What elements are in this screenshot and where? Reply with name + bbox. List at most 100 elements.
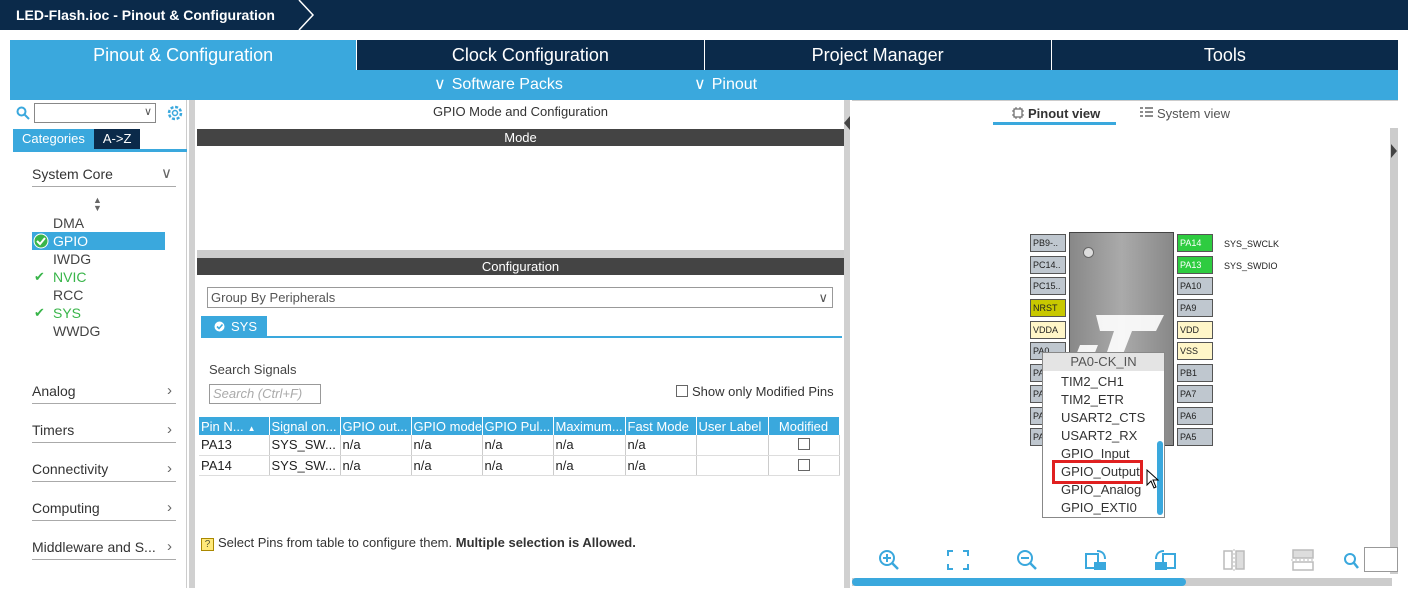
rotate-left-icon[interactable]: [1152, 548, 1178, 572]
collapse-left-icon[interactable]: [844, 116, 850, 130]
flip-vertical-icon[interactable]: [1221, 548, 1247, 572]
group-analog[interactable]: Analog ›: [32, 380, 176, 404]
zoom-in-icon[interactable]: [876, 548, 902, 572]
collapse-right-icon[interactable]: [1391, 144, 1397, 158]
pin-pa14[interactable]: PA14: [1177, 234, 1213, 252]
horizontal-scroll-thumb[interactable]: [852, 578, 1186, 586]
help-icon: ?: [201, 538, 214, 551]
sidebar-item-nvic[interactable]: ✔ NVIC: [32, 268, 165, 286]
configuration-header: Configuration: [197, 258, 844, 275]
modified-checkbox[interactable]: [797, 438, 810, 451]
chevron-down-icon: ∨: [434, 76, 446, 93]
sidebar-item-sys[interactable]: ✔ SYS: [32, 304, 165, 322]
pin-pa13[interactable]: PA13: [1177, 256, 1213, 274]
menu-item-tim2-ch1[interactable]: TIM2_CH1: [1061, 373, 1124, 391]
chevron-right-icon: ›: [167, 460, 172, 477]
pin-pa10[interactable]: PA10: [1177, 277, 1213, 295]
pin-pa6[interactable]: PA6: [1177, 407, 1213, 425]
tab-project-manager[interactable]: Project Manager: [705, 40, 1052, 70]
col-modified[interactable]: Modified: [768, 417, 840, 435]
pin-vss[interactable]: VSS: [1177, 342, 1213, 360]
group-timers[interactable]: Timers ›: [32, 419, 176, 443]
pin-signal-label: SYS_SWCLK: [1224, 239, 1280, 249]
gear-icon[interactable]: [166, 104, 184, 122]
col-gpio-output[interactable]: GPIO out...: [340, 417, 412, 435]
sidebar-item-rcc[interactable]: RCC: [32, 286, 165, 304]
tab-system-view[interactable]: System view: [1140, 106, 1230, 121]
tab-pinout-view[interactable]: Pinout view: [1012, 106, 1100, 121]
pin-pa5[interactable]: PA5: [1177, 428, 1213, 446]
panel-splitter[interactable]: [844, 100, 850, 588]
pin-nrst[interactable]: NRST: [1030, 299, 1066, 317]
tab-tools[interactable]: Tools: [1052, 40, 1398, 70]
col-signal[interactable]: Signal on...: [269, 417, 341, 435]
pin-pc14[interactable]: PC14..: [1030, 256, 1066, 274]
window-title: LED-Flash.ioc - Pinout & Configuration: [0, 0, 289, 30]
tab-categories[interactable]: Categories: [13, 129, 94, 149]
chevron-down-icon: ∨: [161, 165, 172, 182]
pin-search-input[interactable]: [1364, 547, 1398, 572]
group-middleware[interactable]: Middleware and S... ›: [32, 536, 176, 560]
table-row[interactable]: PA14 SYS_SW... n/a n/a n/a n/a n/a: [199, 455, 840, 476]
sidebar-item-dma[interactable]: DMA: [32, 214, 165, 232]
pin-pa9[interactable]: PA9: [1177, 299, 1213, 317]
check-icon: ✔: [34, 305, 45, 320]
col-maximum[interactable]: Maximum...: [553, 417, 626, 435]
panel-title: GPIO Mode and Configuration: [433, 104, 608, 119]
pin-vdda[interactable]: VDDA: [1030, 321, 1066, 339]
menu-item-gpio-exti0[interactable]: GPIO_EXTI0: [1061, 499, 1137, 517]
pin-pc15[interactable]: PC15..: [1030, 277, 1066, 295]
search-icon[interactable]: [16, 106, 30, 120]
chevron-down-icon: ∨: [694, 76, 706, 93]
pin-pb1[interactable]: PB1: [1177, 364, 1213, 382]
mouse-cursor-icon: [1146, 469, 1160, 489]
col-gpio-pull[interactable]: GPIO Pul...: [482, 417, 554, 435]
table-header-row: Pin N... ▲ Signal on... GPIO out... GPIO …: [199, 417, 840, 435]
sort-icon[interactable]: ▲ ▼: [93, 196, 102, 213]
group-by-select[interactable]: Group By Peripherals ∨: [207, 287, 833, 308]
pin-pa7[interactable]: PA7: [1177, 385, 1213, 403]
menu-item-usart2-rx[interactable]: USART2_RX: [1061, 427, 1137, 445]
col-user-label[interactable]: User Label: [696, 417, 769, 435]
sidebar-item-iwdg[interactable]: IWDG: [32, 250, 165, 268]
chevron-right-icon: ›: [167, 499, 172, 516]
fit-to-window-icon[interactable]: [945, 548, 971, 572]
tab-pinout-configuration[interactable]: Pinout & Configuration: [10, 40, 358, 70]
sub-menu-bar: ∨ Software Packs ∨ Pinout: [10, 70, 1398, 100]
tab-a-z[interactable]: A->Z: [93, 129, 141, 149]
pin1-dot: [1083, 247, 1094, 258]
category-search-select[interactable]: ∨: [34, 103, 156, 123]
sidebar-item-gpio[interactable]: GPIO: [32, 232, 165, 250]
mode-splitter[interactable]: [197, 250, 844, 258]
modified-checkbox[interactable]: [797, 458, 810, 471]
software-packs-menu[interactable]: ∨ Software Packs: [434, 70, 563, 100]
show-modified-checkbox[interactable]: Show only Modified Pins: [676, 384, 834, 399]
pin-pb9[interactable]: PB9-..: [1030, 234, 1066, 252]
breadcrumb-chevron-icon: [298, 0, 315, 30]
group-system-core[interactable]: System Core ∨: [32, 163, 176, 187]
col-gpio-mode[interactable]: GPIO mode: [411, 417, 483, 435]
flip-horizontal-icon[interactable]: [1290, 548, 1316, 572]
table-row[interactable]: PA13 SYS_SW... n/a n/a n/a n/a n/a: [199, 435, 840, 456]
tab-clock-configuration[interactable]: Clock Configuration: [357, 40, 705, 70]
categories-panel: ∨ Categories A->Z System Core ∨ ▲ ▼ DMA GP…: [10, 100, 187, 588]
col-pin-name[interactable]: Pin N... ▲: [199, 417, 270, 435]
search-icon[interactable]: [1343, 552, 1359, 570]
pinout-menu[interactable]: ∨ Pinout: [694, 70, 757, 100]
menu-item-usart2-cts[interactable]: USART2_CTS: [1061, 409, 1145, 427]
menu-item-tim2-etr[interactable]: TIM2_ETR: [1061, 391, 1124, 409]
chevron-down-icon: ∨: [143, 106, 152, 118]
rotate-right-icon[interactable]: [1083, 548, 1109, 572]
check-icon: ✔: [34, 269, 45, 284]
pin-vdd[interactable]: VDD: [1177, 321, 1213, 339]
col-fast-mode[interactable]: Fast Mode: [625, 417, 697, 435]
group-connectivity[interactable]: Connectivity ›: [32, 458, 176, 482]
panel-splitter[interactable]: [189, 100, 195, 588]
vertical-scrollbar[interactable]: [1390, 128, 1398, 574]
tab-sys[interactable]: SYS: [201, 316, 267, 337]
group-computing[interactable]: Computing ›: [32, 497, 176, 521]
sidebar-item-wwdg[interactable]: WWDG: [32, 322, 165, 340]
title-bar: LED-Flash.ioc - Pinout & Configuration: [0, 0, 1408, 30]
search-signals-input[interactable]: Search (Ctrl+F): [209, 384, 321, 404]
zoom-out-icon[interactable]: [1014, 548, 1040, 572]
